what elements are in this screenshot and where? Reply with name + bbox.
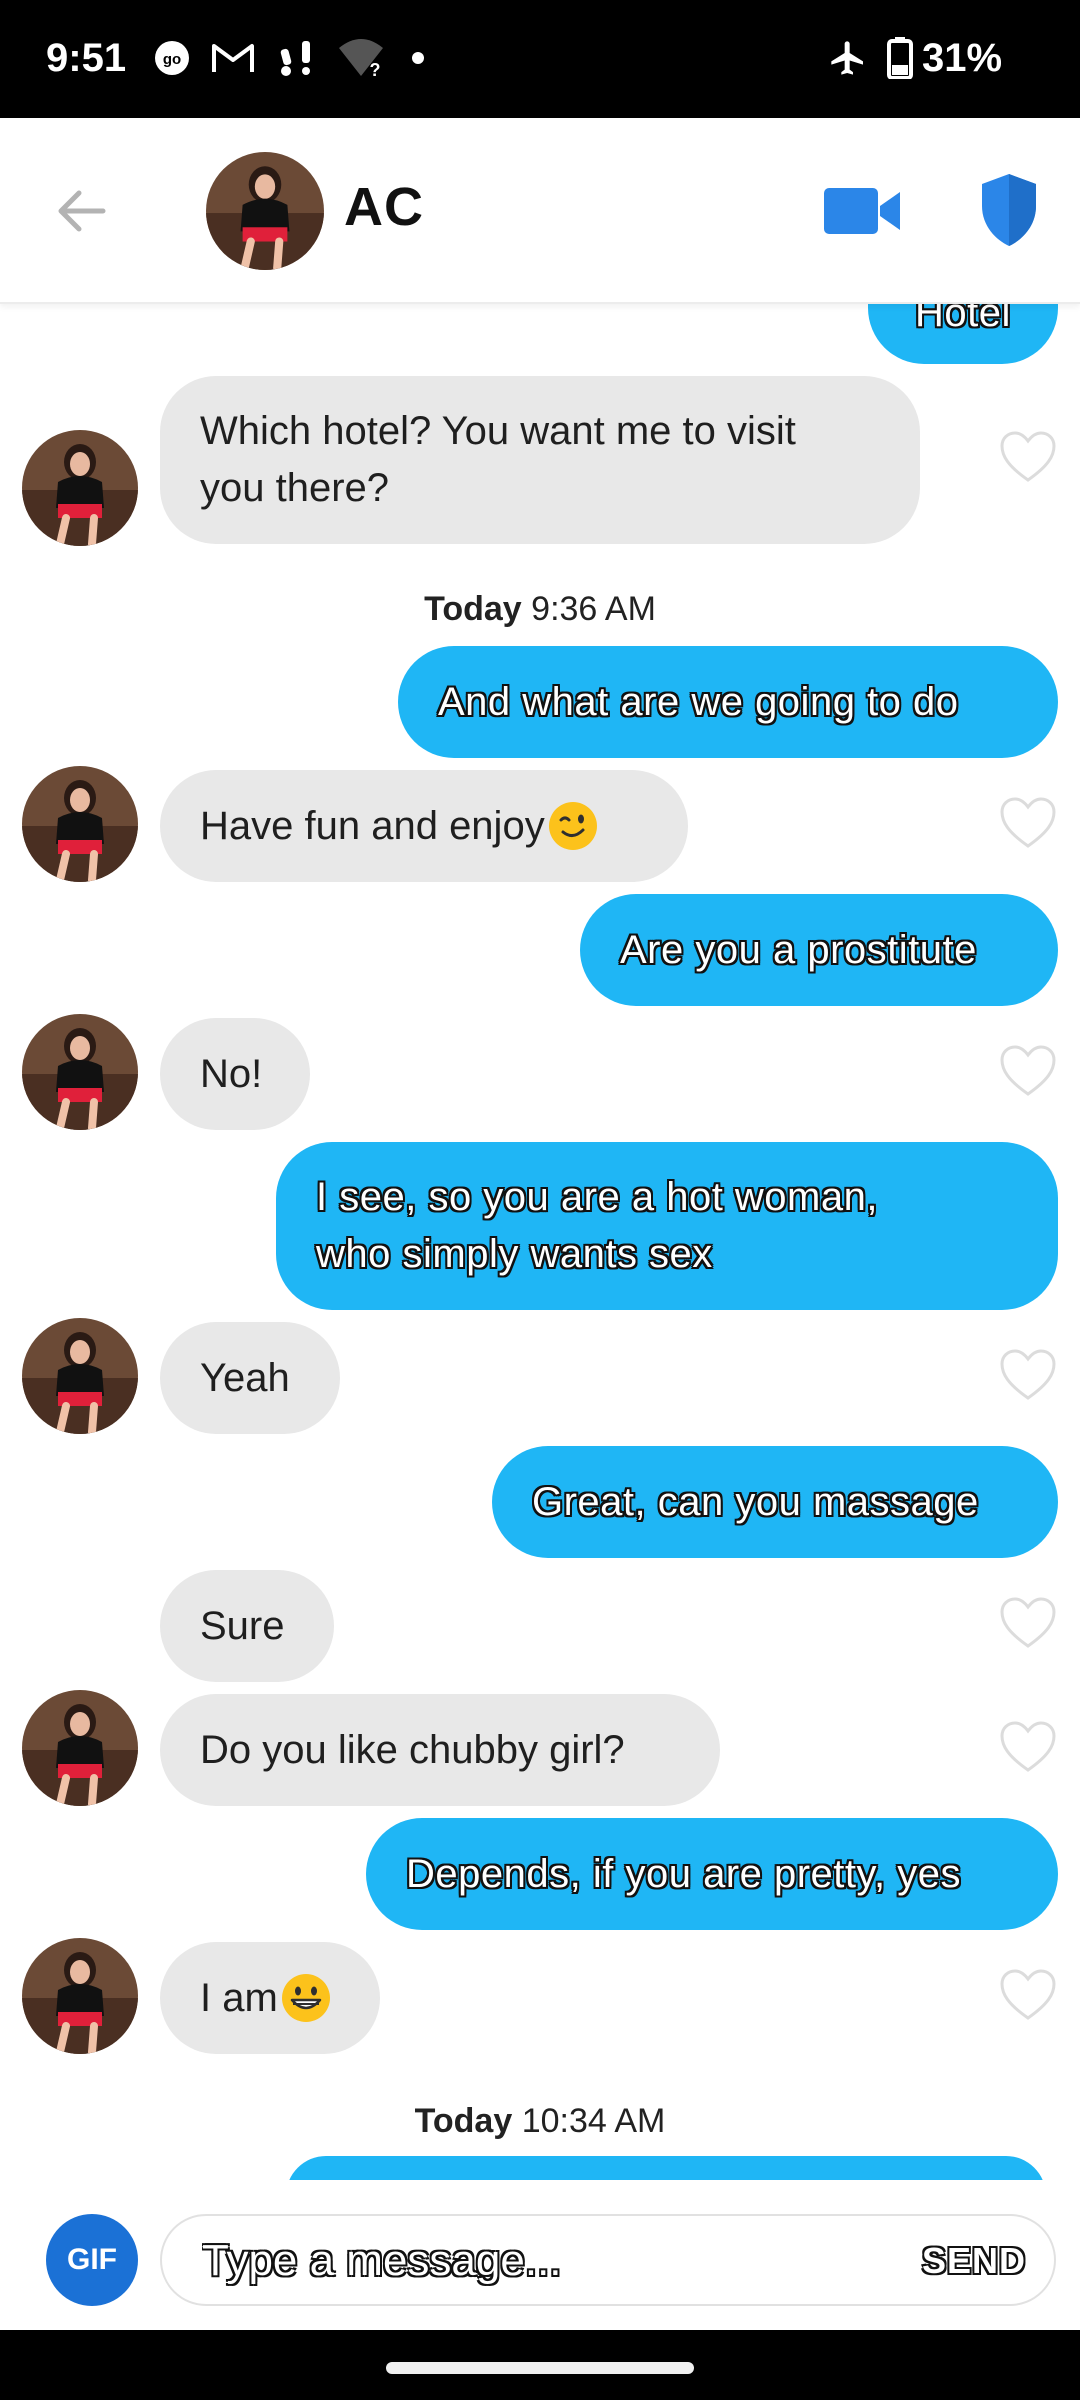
message-text: I am xyxy=(200,1975,278,2020)
go-icon: go xyxy=(152,36,192,80)
like-heart-button[interactable] xyxy=(998,1044,1058,1098)
timestamp-day: Today xyxy=(424,590,522,628)
message-text: Sure xyxy=(200,1603,285,1648)
message-input[interactable] xyxy=(202,2230,842,2292)
dot-icon xyxy=(408,36,428,80)
message-outgoing[interactable]: Are you a prostitute xyxy=(580,894,1058,1006)
timestamp-time: 9:36 AM xyxy=(531,590,656,628)
profile-photo-icon xyxy=(22,1318,138,1434)
sender-avatar[interactable] xyxy=(22,1938,138,2054)
message-text-line: I see, so you are a hot woman, xyxy=(316,1175,878,1219)
message-text: Are you a prostitute xyxy=(620,927,977,972)
heart-icon xyxy=(1000,797,1056,848)
message-incoming[interactable]: No! xyxy=(160,1018,310,1130)
chat-header: AC xyxy=(0,118,1080,304)
like-heart-button[interactable] xyxy=(998,1348,1058,1402)
sender-avatar[interactable] xyxy=(22,1014,138,1130)
profile-photo-icon xyxy=(22,1938,138,2054)
message-outgoing[interactable]: I see, so you are a hot woman, who simpl… xyxy=(276,1142,1058,1310)
battery-icon xyxy=(886,36,914,80)
home-gesture-handle[interactable] xyxy=(386,2362,694,2374)
wifi-question-icon: ? xyxy=(336,36,386,80)
message-composer: GIF SEND xyxy=(0,2180,1080,2330)
message-outgoing[interactable]: Great, can you massage xyxy=(492,1446,1058,1558)
heart-icon xyxy=(1000,1597,1056,1648)
back-arrow-icon xyxy=(58,190,106,232)
sender-avatar[interactable] xyxy=(22,766,138,882)
message-text-line: you there? xyxy=(200,466,390,510)
svg-text:go: go xyxy=(163,51,181,68)
contact-avatar[interactable] xyxy=(206,152,324,270)
message-outgoing[interactable]: Hotel xyxy=(868,304,1058,364)
message-incoming[interactable]: Sure xyxy=(160,1570,334,1682)
profile-photo-icon xyxy=(22,430,138,546)
like-heart-button[interactable] xyxy=(998,796,1058,850)
message-incoming[interactable]: Do you like chubby girl? xyxy=(160,1694,720,1806)
timestamp-day: Today xyxy=(414,2102,513,2140)
message-list[interactable]: Hotel Which hotel? You want me to visit … xyxy=(0,304,1080,2180)
airplane-icon xyxy=(826,36,870,80)
gmail-icon xyxy=(210,36,256,80)
video-call-button[interactable] xyxy=(820,178,904,244)
status-bar: 9:51 go ? 31% xyxy=(0,0,1080,118)
heart-icon xyxy=(1000,431,1056,482)
like-heart-button[interactable] xyxy=(998,1968,1058,2022)
grinning-face-emoji-icon xyxy=(281,1974,330,2022)
message-incoming[interactable]: Have fun and enjoy xyxy=(160,770,688,882)
timestamp: Today 10:34 AM xyxy=(0,2102,1080,2141)
heart-icon xyxy=(1000,1045,1056,1096)
message-text-line: Which hotel? You want me to visit xyxy=(200,409,796,453)
battery-percent: 31% xyxy=(922,36,1003,80)
timestamp-time: 10:34 AM xyxy=(521,2102,666,2140)
message-outgoing[interactable]: And what are we going to do xyxy=(398,646,1058,758)
message-text: Depends, if you are pretty, yes xyxy=(406,1851,962,1896)
like-heart-button[interactable] xyxy=(998,1596,1058,1650)
heart-icon xyxy=(1000,1721,1056,1772)
profile-photo-icon xyxy=(22,1690,138,1806)
video-camera-icon xyxy=(824,188,900,234)
message-text: And what are we going to do xyxy=(438,679,959,724)
sender-avatar[interactable] xyxy=(22,1690,138,1806)
heart-icon xyxy=(1000,1349,1056,1400)
profile-photo-icon xyxy=(206,152,324,270)
message-input-container[interactable]: SEND xyxy=(160,2214,1056,2306)
message-text: No! xyxy=(200,1051,263,1096)
like-heart-button[interactable] xyxy=(998,430,1058,484)
message-text-line: who simply wants sex xyxy=(316,1232,713,1276)
winking-face-emoji-icon xyxy=(548,802,597,850)
profile-photo-icon xyxy=(22,766,138,882)
sender-avatar[interactable] xyxy=(22,1318,138,1434)
message-incoming[interactable]: Yeah xyxy=(160,1322,340,1434)
like-heart-button[interactable] xyxy=(998,1720,1058,1774)
message-incoming[interactable]: Which hotel? You want me to visit you th… xyxy=(160,376,920,544)
heart-icon xyxy=(1000,1969,1056,2020)
status-time: 9:51 xyxy=(46,36,127,80)
profile-photo-icon xyxy=(22,1014,138,1130)
gif-button[interactable]: GIF xyxy=(46,2214,138,2306)
contact-name[interactable]: AC xyxy=(344,176,424,238)
message-outgoing[interactable]: Depends, if you are pretty, yes xyxy=(366,1818,1058,1930)
send-button[interactable]: SEND xyxy=(922,2240,1026,2282)
message-outgoing[interactable] xyxy=(286,2156,1046,2180)
message-text: Have fun and enjoy xyxy=(200,803,545,848)
timestamp: Today 9:36 AM xyxy=(0,590,1080,629)
alert-icon xyxy=(276,36,320,80)
sender-avatar[interactable] xyxy=(22,430,138,546)
svg-text:?: ? xyxy=(370,60,381,78)
back-button[interactable] xyxy=(46,176,116,246)
shield-icon xyxy=(982,174,1036,246)
message-incoming[interactable]: I am xyxy=(160,1942,380,2054)
message-text: Do you like chubby girl? xyxy=(200,1727,625,1772)
message-text: Great, can you massage xyxy=(532,1479,979,1524)
message-text: Yeah xyxy=(200,1355,290,1400)
safety-shield-button[interactable] xyxy=(978,170,1040,248)
system-nav-bar xyxy=(0,2330,1080,2400)
message-text: Hotel xyxy=(915,304,1011,335)
